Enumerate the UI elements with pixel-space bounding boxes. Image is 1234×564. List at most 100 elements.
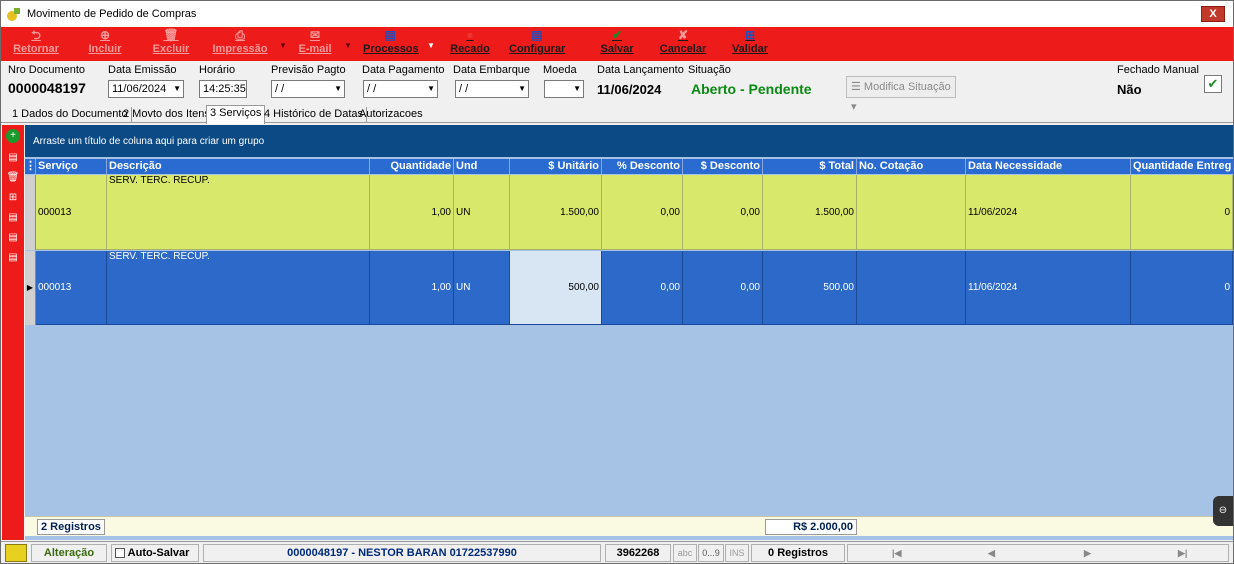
grid-icon[interactable]: ⊞ [6, 191, 20, 205]
tab-historico-datas[interactable]: 4 Histórico de Datas [261, 107, 368, 123]
incluir-button[interactable]: ⊕ Incluir [87, 28, 123, 60]
cancelar-button[interactable]: ✘ Cancelar [659, 28, 707, 60]
cell-val-desconto[interactable]: 0,00 [683, 251, 763, 325]
chevron-down-icon[interactable]: ▼ [427, 81, 435, 97]
cell-val-desconto[interactable]: 0,00 [683, 175, 763, 250]
cell-unitario[interactable]: 1.500,00 [510, 175, 602, 250]
col-unitario[interactable]: $ Unitário [510, 159, 602, 174]
document-fields: Nro Documento 0000048197 Data Emissão 11… [1, 61, 1233, 113]
row-indicator[interactable] [25, 175, 36, 250]
chevron-down-icon[interactable]: ▼ [518, 81, 526, 97]
title-bar: Movimento de Pedido de Compras X [1, 1, 1233, 27]
auto-salvar-checkbox[interactable]: Auto-Salvar [111, 544, 199, 562]
tab-servicos[interactable]: 3 Serviços [206, 105, 266, 124]
impressao-dropdown-icon[interactable]: ▼ [279, 41, 287, 50]
cell-pct-desconto[interactable]: 0,00 [602, 175, 683, 250]
cell-cotacao[interactable] [857, 251, 966, 325]
col-necessidade[interactable]: Data Necessidade [966, 159, 1131, 174]
abc-indicator: abc [673, 544, 697, 562]
validar-button[interactable]: ⊞ Validar [731, 28, 769, 60]
processos-button[interactable]: ▤ Processos [363, 28, 419, 60]
moeda-select[interactable]: ▼ [544, 80, 584, 98]
col-val-desconto[interactable]: $ Desconto [683, 159, 763, 174]
document-icon[interactable]: ▤ [6, 211, 20, 225]
cell-necessidade[interactable]: 11/06/2024 [966, 251, 1131, 325]
cell-descricao[interactable]: SERV. TERC. RECUP. [107, 175, 370, 250]
processos-dropdown-icon[interactable]: ▼ [427, 41, 435, 50]
column-chooser-icon[interactable]: ⋮ [25, 159, 36, 174]
recado-button[interactable]: ● Recado [449, 28, 491, 60]
email-dropdown-icon[interactable]: ▼ [344, 41, 352, 50]
col-servico[interactable]: Serviço [36, 159, 107, 174]
excluir-button[interactable]: 🗑 Excluir [151, 28, 191, 60]
side-panel-toggle-icon[interactable]: ⊖ [1213, 496, 1233, 526]
retornar-button[interactable]: ⮌ Retornar [13, 28, 59, 60]
cell-cotacao[interactable] [857, 175, 966, 250]
current-row-arrow-icon[interactable]: ▶ [25, 251, 36, 325]
mode-status: Alteração [31, 544, 107, 562]
impressao-button[interactable]: ⎙ Impressão [211, 28, 269, 60]
horario-label: Horário [199, 64, 236, 76]
data-lancamento-value: 11/06/2024 [597, 82, 662, 97]
cell-und[interactable]: UN [454, 251, 510, 325]
cell-necessidade[interactable]: 11/06/2024 [966, 175, 1131, 250]
last-record-icon[interactable]: ▶| [1178, 545, 1187, 561]
prev-record-icon[interactable]: ◀ [988, 545, 995, 561]
group-by-panel[interactable]: Arraste um título de coluna aqui para cr… [25, 125, 1233, 157]
message-icon: ● [466, 28, 474, 42]
trash-icon: 🗑 [163, 28, 179, 42]
cell-unitario-focused[interactable]: 500,00 [510, 251, 602, 325]
horario-field[interactable]: 14:25:35 [199, 80, 247, 98]
delete-row-icon[interactable]: 🗑 [6, 171, 20, 185]
printer-icon: ⎙ [235, 28, 245, 42]
col-quantidade[interactable]: Quantidade [370, 159, 454, 174]
chevron-down-icon[interactable]: ▼ [573, 81, 581, 97]
data-embarque-field[interactable]: / / ▼ [455, 80, 529, 98]
configurar-button[interactable]: ▤ Configurar [509, 28, 565, 60]
edit-row-icon[interactable]: ▤ [6, 151, 20, 165]
export-icon[interactable]: ▤ [6, 251, 20, 265]
col-quantidade-entregue[interactable]: Quantidade Entreg [1131, 159, 1233, 174]
nro-documento-value: 0000048197 [8, 80, 86, 96]
chevron-down-icon[interactable]: ▼ [173, 81, 181, 97]
cell-quantidade[interactable]: 1,00 [370, 251, 454, 325]
confirm-check-icon[interactable]: ✔ [1204, 75, 1222, 93]
previsao-pagto-field[interactable]: / / ▼ [271, 80, 345, 98]
chevron-down-icon[interactable]: ▼ [334, 81, 342, 97]
tab-autorizacoes[interactable]: Autorizacoes [356, 107, 426, 123]
salvar-button[interactable]: ✔ Salvar [599, 28, 635, 60]
data-pagamento-field[interactable]: / / ▼ [363, 80, 438, 98]
col-pct-desconto[interactable]: % Desconto [602, 159, 683, 174]
data-embarque-label: Data Embarque [453, 64, 531, 76]
cell-quantidade[interactable]: 1,00 [370, 175, 454, 250]
cell-servico[interactable]: 000013 [36, 251, 107, 325]
data-pagamento-label: Data Pagamento [362, 64, 445, 76]
tab-movto-itens[interactable]: 2 Movto dos Itens [120, 107, 214, 123]
table-row[interactable]: ▶ 000013 SERV. TERC. RECUP. 1,00 UN 500,… [25, 251, 1233, 325]
list-icon[interactable]: ▤ [6, 231, 20, 245]
col-descricao[interactable]: Descrição [107, 159, 370, 174]
modifica-situacao-button[interactable]: ☰ Modifica Situação ▾ [846, 76, 956, 113]
cell-quantidade-entregue[interactable]: 0 [1131, 251, 1233, 325]
cell-pct-desconto[interactable]: 0,00 [602, 251, 683, 325]
email-button[interactable]: ✉ E-mail [297, 28, 333, 60]
cell-total[interactable]: 1.500,00 [763, 175, 857, 250]
cell-servico[interactable]: 000013 [36, 175, 107, 250]
cell-total[interactable]: 500,00 [763, 251, 857, 325]
table-row[interactable]: 000013 SERV. TERC. RECUP. 1,00 UN 1.500,… [25, 175, 1233, 250]
close-button[interactable]: X [1201, 6, 1225, 22]
col-cotacao[interactable]: No. Cotação [857, 159, 966, 174]
cell-und[interactable]: UN [454, 175, 510, 250]
cell-descricao[interactable]: SERV. TERC. RECUP. [107, 251, 370, 325]
col-und[interactable]: Und [454, 159, 510, 174]
num-indicator: 0...9 [698, 544, 724, 562]
first-record-icon[interactable]: |◀ [892, 545, 901, 561]
side-action-bar: + ▤ 🗑 ⊞ ▤ ▤ ▤ [2, 125, 24, 540]
data-emissao-field[interactable]: 11/06/2024 ▼ [108, 80, 184, 98]
checkbox-icon [115, 548, 125, 559]
next-record-icon[interactable]: ▶ [1084, 545, 1091, 561]
tab-dados-documento[interactable]: 1 Dados do Documento [9, 107, 132, 123]
add-row-icon[interactable]: + [6, 129, 20, 143]
cell-quantidade-entregue[interactable]: 0 [1131, 175, 1233, 250]
col-total[interactable]: $ Total [763, 159, 857, 174]
